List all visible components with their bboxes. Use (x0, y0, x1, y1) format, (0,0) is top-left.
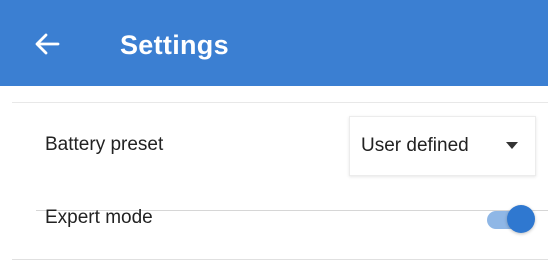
arrow-left-icon (35, 33, 60, 55)
back-button[interactable] (30, 26, 66, 62)
top-divider (12, 102, 548, 103)
bottom-divider (12, 259, 548, 260)
page-title: Settings (120, 30, 229, 60)
expert-mode-label: Expert mode (45, 207, 153, 228)
triangle-down-icon (506, 142, 518, 149)
battery-preset-value: User defined (361, 135, 469, 156)
battery-preset-row: Battery preset User defined (12, 116, 548, 211)
toggle-thumb (507, 205, 535, 233)
expert-mode-row: Expert mode (12, 191, 548, 251)
app-bar: Settings (0, 0, 548, 86)
expert-mode-toggle[interactable] (481, 201, 537, 237)
settings-screen: Settings Battery preset User defined Exp… (0, 0, 548, 261)
battery-preset-label: Battery preset (45, 134, 164, 155)
settings-list: Battery preset User defined Expert mode (0, 86, 548, 261)
battery-preset-dropdown[interactable]: User defined (349, 116, 536, 176)
